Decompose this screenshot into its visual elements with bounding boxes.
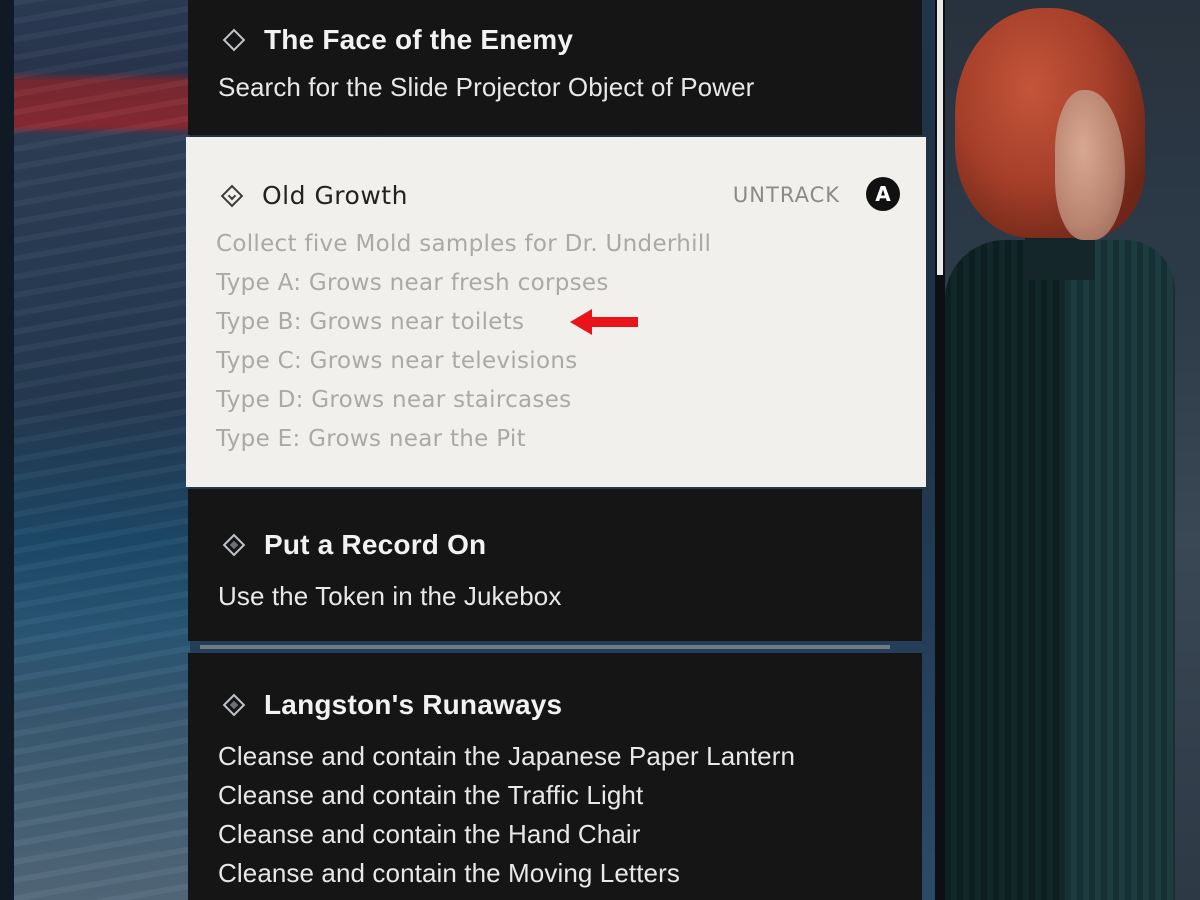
untrack-button[interactable]: UNTRACK [733, 183, 840, 207]
quest-title: The Face of the Enemy [264, 24, 574, 55]
quest-objective: Collect five Mold samples for Dr. Underh… [216, 231, 712, 257]
quest-objective: Search for the Slide Projector Object of… [218, 72, 755, 102]
quest-item[interactable]: The Face of the Enemy Search for the Sli… [188, 0, 922, 135]
quest-objective: Use the Token in the Jukebox [218, 581, 562, 611]
red-arrow-icon [570, 309, 638, 335]
quest-objective: Type C: Grows near televisions [216, 348, 578, 374]
quest-header: Old Growth [222, 181, 408, 210]
diamond-icon [224, 30, 244, 50]
game-screen: The Face of the Enemy Search for the Sli… [0, 0, 1200, 900]
diamond-check-icon [222, 186, 242, 206]
quest-list: The Face of the Enemy Search for the Sli… [186, 0, 926, 900]
quest-objective: Type A: Grows near fresh corpses [216, 270, 609, 296]
background-left [0, 0, 190, 900]
diamond-icon [224, 695, 244, 715]
quest-header: The Face of the Enemy [224, 24, 573, 56]
quest-title: Langston's Runaways [264, 689, 563, 720]
character-shadow [945, 240, 1065, 900]
quest-objective: Cleanse and contain the Traffic Light [218, 780, 644, 810]
scrollbar[interactable] [935, 0, 945, 900]
quest-objective: Cleanse and contain the Hand Chair [218, 819, 641, 849]
quest-item[interactable]: Langston's Runaways Cleanse and contain … [188, 653, 922, 900]
quest-title: Old Growth [262, 181, 408, 210]
quest-header: Langston's Runaways [224, 689, 562, 721]
quest-objective: Type E: Grows near the Pit [216, 426, 526, 452]
quest-objective: Cleanse and contain the Japanese Paper L… [218, 741, 796, 771]
quest-header: Put a Record On [224, 529, 486, 561]
quest-objective: Cleanse and contain the Moving Letters [218, 858, 680, 888]
background-right [935, 0, 1200, 900]
quest-objective: Type B: Grows near toilets [216, 309, 525, 335]
quest-item[interactable]: Put a Record On Use the Token in the Juk… [188, 489, 922, 641]
scrollbar-thumb[interactable] [937, 0, 943, 275]
a-button-icon[interactable]: A [866, 177, 900, 211]
separator [200, 645, 890, 649]
quest-item-selected[interactable]: Old Growth UNTRACK A Collect five Mold s… [186, 137, 926, 487]
diamond-icon [224, 535, 244, 555]
quest-objective: Type D: Grows near staircases [216, 387, 572, 413]
quest-title: Put a Record On [264, 529, 487, 560]
